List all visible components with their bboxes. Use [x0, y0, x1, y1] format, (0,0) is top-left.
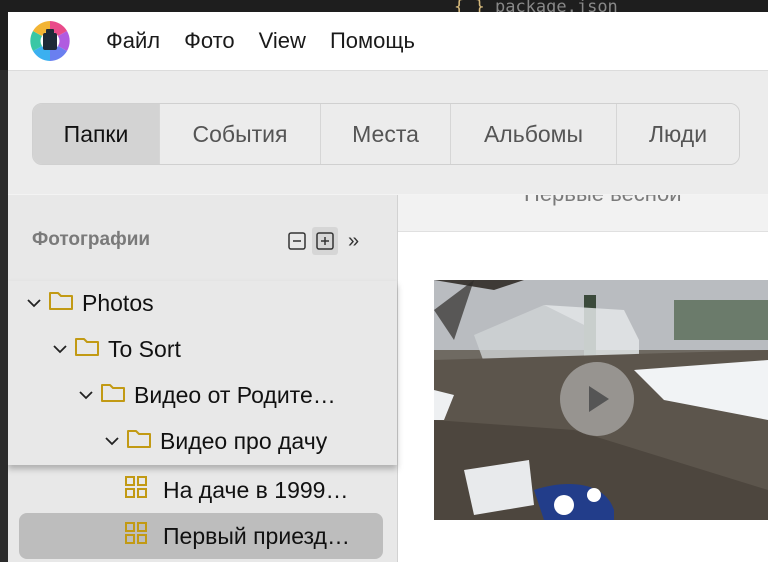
- collapse-all-icon[interactable]: [288, 232, 306, 250]
- album-list: На даче в 1999… Первый приезд…: [8, 465, 397, 562]
- chevron-down-icon[interactable]: [102, 436, 122, 446]
- photos-app-window: Файл Фото View Помощь Папки События Мест…: [8, 12, 768, 562]
- video-thumbnail[interactable]: [434, 280, 768, 520]
- menu-items: Файл Фото View Помощь: [94, 12, 427, 70]
- chevron-down-icon[interactable]: [24, 298, 44, 308]
- content-header: Первые весной: [398, 195, 768, 232]
- tree-item-photos[interactable]: Photos: [24, 281, 154, 325]
- album-item-label: Первый приезд…: [163, 522, 350, 549]
- folder-icon: [126, 427, 152, 455]
- expand-all-icon[interactable]: [312, 227, 338, 255]
- grid-icon: [125, 476, 147, 504]
- content-heading: Первые весной: [524, 195, 681, 207]
- play-icon[interactable]: [560, 362, 634, 436]
- tree-item-label: Видео от Родите…: [134, 381, 336, 408]
- grid-icon: [125, 522, 147, 550]
- sidebar: Фотографии » Photos To Sort Видео от Род…: [8, 195, 398, 562]
- content-area: Первые весной: [398, 195, 768, 562]
- folder-icon: [74, 335, 100, 363]
- chevron-down-icon[interactable]: [50, 344, 70, 354]
- tab-places[interactable]: Места: [321, 104, 451, 164]
- tree-item-parents-video[interactable]: Видео от Родите…: [76, 373, 376, 417]
- tab-albums[interactable]: Альбомы: [451, 104, 617, 164]
- tab-people[interactable]: Люди: [617, 104, 739, 164]
- menu-view[interactable]: View: [247, 12, 318, 70]
- folder-icon: [100, 381, 126, 409]
- menu-help[interactable]: Помощь: [318, 12, 427, 70]
- double-chevron-right-icon[interactable]: »: [348, 230, 359, 253]
- menu-photo[interactable]: Фото: [172, 12, 247, 70]
- menu-bar: Файл Фото View Помощь: [8, 12, 768, 71]
- tree-item-label: To Sort: [108, 335, 181, 362]
- tab-events[interactable]: События: [160, 104, 321, 164]
- tree-item-dacha-video[interactable]: Видео про дачу: [102, 419, 327, 463]
- tree-item-label: Photos: [82, 289, 154, 316]
- background-window-edge: [0, 70, 8, 562]
- folder-icon: [48, 289, 74, 317]
- album-item[interactable]: На даче в 1999…: [19, 467, 383, 513]
- sidebar-header-actions: »: [288, 227, 359, 255]
- tab-folders[interactable]: Папки: [33, 104, 160, 164]
- menu-file[interactable]: Файл: [94, 12, 172, 70]
- tree-item-label: Видео про дачу: [160, 427, 328, 454]
- tree-item-to-sort[interactable]: To Sort: [50, 327, 181, 371]
- toolbar: Папки События Места Альбомы Люди: [8, 71, 768, 194]
- album-item-label: На даче в 1999…: [163, 476, 349, 503]
- app-logo-icon: [28, 19, 72, 63]
- chevron-down-icon[interactable]: [76, 390, 96, 400]
- sidebar-title: Фотографии: [32, 229, 151, 250]
- album-item-selected[interactable]: Первый приезд…: [19, 513, 383, 559]
- folder-tree: Photos To Sort Видео от Родите… Видео пр…: [8, 281, 397, 465]
- view-tabs: Папки События Места Альбомы Люди: [32, 103, 740, 165]
